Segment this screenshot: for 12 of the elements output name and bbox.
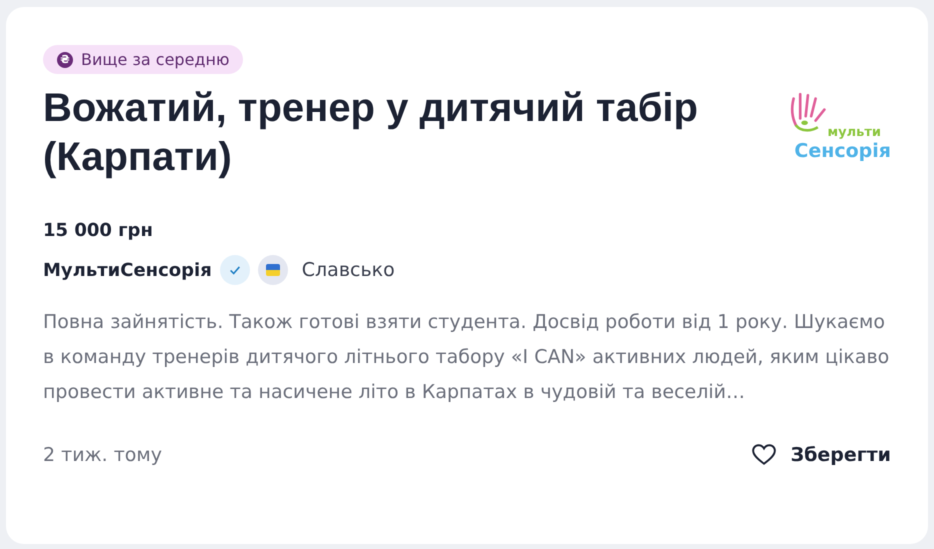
hryvnia-icon: ₴ (57, 52, 73, 68)
posted-time: 2 тиж. тому (43, 444, 162, 466)
location-text: Славсько (302, 259, 395, 281)
salary-level-badge: ₴ Вище за середню (43, 45, 244, 74)
vacancy-description: Повна зайнятість. Також готові взяти студента. Досвід роботи від 1 року. Шукаємо в команду тренерів дитячого літнього табору «I CAN» активних людей, яким цікаво провести активне та насичене літо в Карпатах в чудовій та веселій… (43, 310, 890, 405)
salary-text: 15 000 грн (43, 220, 154, 241)
company-name[interactable]: МультиСенсорія (43, 260, 212, 280)
flag-icon (258, 255, 288, 285)
vacancy-title[interactable]: Вожатий, тренер у дитячий табір (Карпати) (43, 84, 743, 182)
vacancy-card[interactable] (6, 7, 928, 544)
company-logo: мульти Сенсорія (787, 92, 891, 162)
save-button[interactable]: Зберегти (750, 438, 891, 472)
